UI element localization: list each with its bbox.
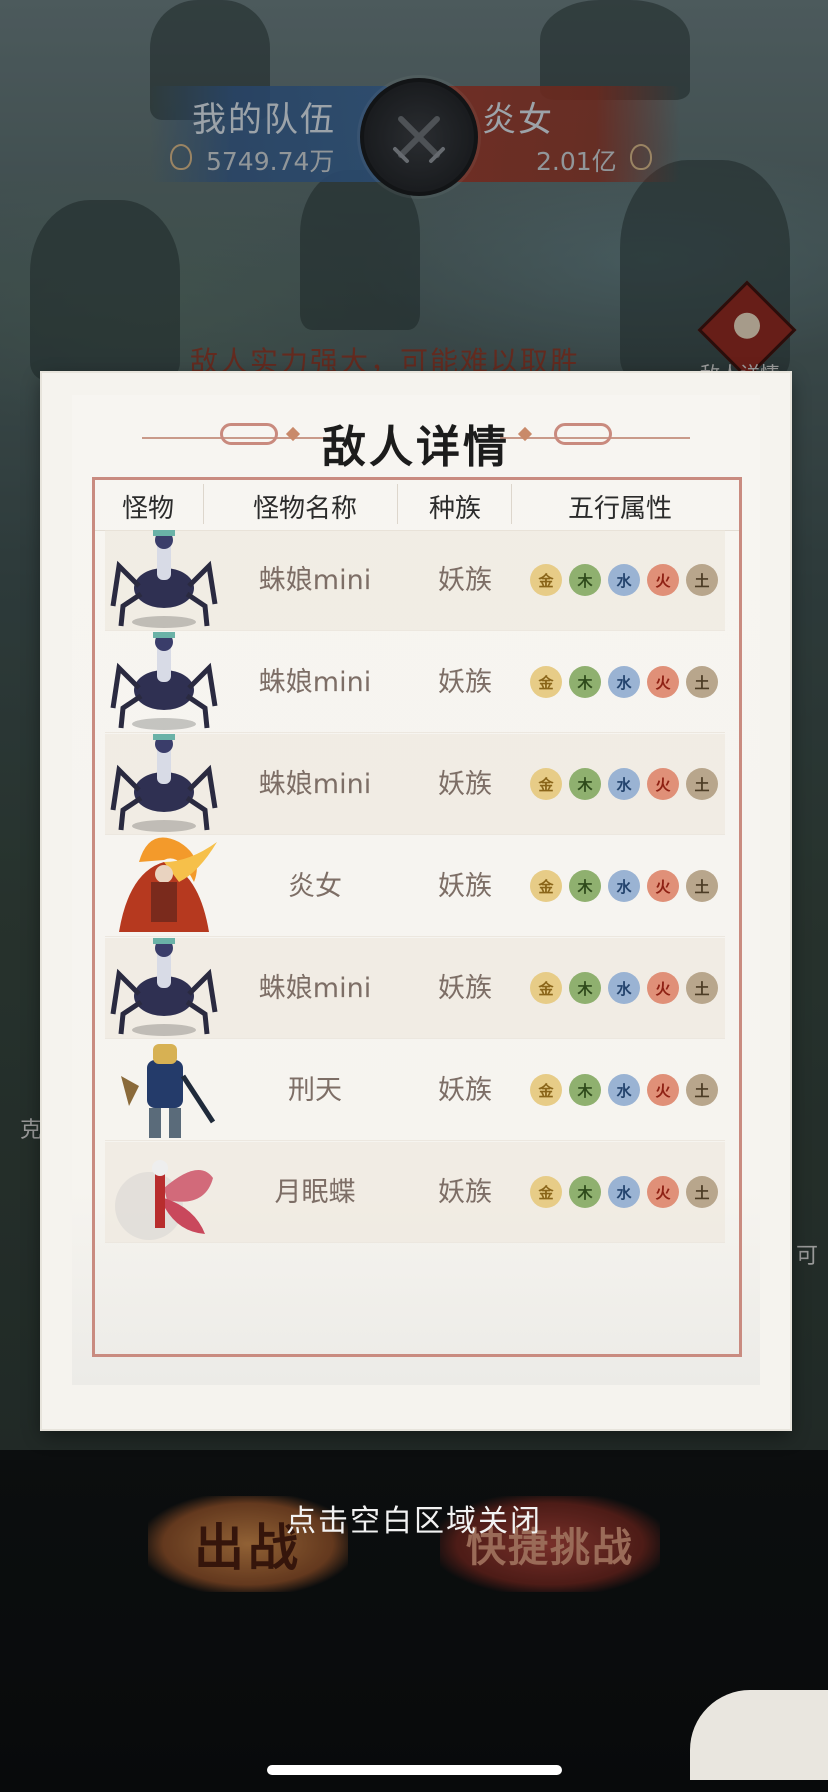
element-earth-icon: 土 <box>686 1176 718 1208</box>
element-fire-icon: 火 <box>647 768 679 800</box>
monster-name: 蛛娘mini <box>258 973 372 1004</box>
home-indicator[interactable] <box>267 1765 562 1775</box>
element-earth-icon: 土 <box>686 768 718 800</box>
monster-name: 刑天 <box>288 1075 342 1106</box>
five-element-attributes: 金木水火土 <box>530 972 730 1006</box>
element-wood-icon: 木 <box>569 666 601 698</box>
five-element-attributes: 金木水火土 <box>530 1074 730 1108</box>
element-water-icon: 水 <box>608 870 640 902</box>
table-row[interactable]: 蛛娘mini 妖族 金木水火土 <box>105 734 725 835</box>
spider-girl-portrait <box>109 730 219 838</box>
element-earth-icon: 土 <box>686 666 718 698</box>
element-water-icon: 水 <box>608 1176 640 1208</box>
element-wood-icon: 木 <box>569 564 601 596</box>
element-gold-icon: 金 <box>530 564 562 596</box>
element-fire-icon: 火 <box>647 666 679 698</box>
monster-race: 妖族 <box>438 1177 492 1208</box>
monster-race: 妖族 <box>438 769 492 800</box>
xingtian-portrait <box>109 1036 219 1144</box>
element-gold-icon: 金 <box>530 666 562 698</box>
five-element-attributes: 金木水火土 <box>530 564 730 598</box>
enemy-detail-modal: 敌人详情 怪物 怪物名称 种族 五行属性 蛛娘mini 妖族金木水火土蛛娘mini… <box>42 373 790 1429</box>
column-header-monster: 怪物 <box>121 494 174 524</box>
five-element-attributes: 金木水火土 <box>530 870 730 904</box>
element-water-icon: 水 <box>608 972 640 1004</box>
element-fire-icon: 火 <box>647 972 679 1004</box>
element-earth-icon: 土 <box>686 564 718 596</box>
column-divider <box>511 484 512 524</box>
element-water-icon: 水 <box>608 768 640 800</box>
moon-butterfly-portrait <box>109 1138 219 1246</box>
five-element-attributes: 金木水火土 <box>530 768 730 802</box>
element-gold-icon: 金 <box>530 1176 562 1208</box>
spider-girl-portrait <box>109 526 219 634</box>
table-header: 怪物 怪物名称 种族 五行属性 <box>95 480 739 531</box>
element-earth-icon: 土 <box>686 1074 718 1106</box>
element-earth-icon: 土 <box>686 972 718 1004</box>
monster-name: 蛛娘mini <box>258 565 372 596</box>
element-fire-icon: 火 <box>647 1176 679 1208</box>
table-row[interactable]: 蛛娘mini 妖族 金木水火土 <box>105 938 725 1039</box>
element-wood-icon: 木 <box>569 1176 601 1208</box>
element-fire-icon: 火 <box>647 1074 679 1106</box>
table-row[interactable]: 蛛娘mini 妖族 金木水火土 <box>105 530 725 631</box>
column-header-elements: 五行属性 <box>567 494 672 524</box>
element-water-icon: 水 <box>608 1074 640 1106</box>
five-element-attributes: 金木水火土 <box>530 666 730 700</box>
monster-race: 妖族 <box>438 565 492 596</box>
spider-girl-portrait <box>109 628 219 736</box>
column-divider <box>203 484 204 524</box>
corner-decoration <box>690 1690 828 1780</box>
element-earth-icon: 土 <box>686 870 718 902</box>
element-gold-icon: 金 <box>530 768 562 800</box>
element-gold-icon: 金 <box>530 1074 562 1106</box>
element-water-icon: 水 <box>608 564 640 596</box>
element-fire-icon: 火 <box>647 870 679 902</box>
element-gold-icon: 金 <box>530 870 562 902</box>
table-row[interactable]: 蛛娘mini 妖族 金木水火土 <box>105 632 725 733</box>
monster-race: 妖族 <box>438 871 492 902</box>
monster-name: 月眠蝶 <box>274 1177 356 1208</box>
element-wood-icon: 木 <box>569 972 601 1004</box>
monster-name: 蛛娘mini <box>258 769 372 800</box>
tap-to-close-hint: 点击空白区域关闭 <box>286 1504 542 1539</box>
flame-woman-portrait <box>109 832 219 940</box>
table-row[interactable]: 炎女 妖族 金木水火土 <box>105 836 725 937</box>
element-fire-icon: 火 <box>647 564 679 596</box>
five-element-attributes: 金木水火土 <box>530 1176 730 1210</box>
element-gold-icon: 金 <box>530 972 562 1004</box>
monster-race: 妖族 <box>438 973 492 1004</box>
monster-race: 妖族 <box>438 1075 492 1106</box>
modal-title: 敌人详情 <box>322 422 510 473</box>
element-water-icon: 水 <box>608 666 640 698</box>
element-wood-icon: 木 <box>569 768 601 800</box>
enemy-table: 怪物 怪物名称 种族 五行属性 蛛娘mini 妖族金木水火土蛛娘mini 妖族金木水… <box>92 477 742 1357</box>
table-row[interactable]: 月眠蝶 妖族 金木水火土 <box>105 1142 725 1243</box>
monster-name: 蛛娘mini <box>258 667 372 698</box>
element-wood-icon: 木 <box>569 1074 601 1106</box>
monster-race: 妖族 <box>438 667 492 698</box>
element-wood-icon: 木 <box>569 870 601 902</box>
column-header-name: 怪物名称 <box>252 494 357 524</box>
monster-name: 炎女 <box>288 871 342 902</box>
table-row[interactable]: 刑天 妖族 金木水火土 <box>105 1040 725 1141</box>
spider-girl-portrait <box>109 934 219 1042</box>
column-header-race: 种族 <box>428 494 481 524</box>
